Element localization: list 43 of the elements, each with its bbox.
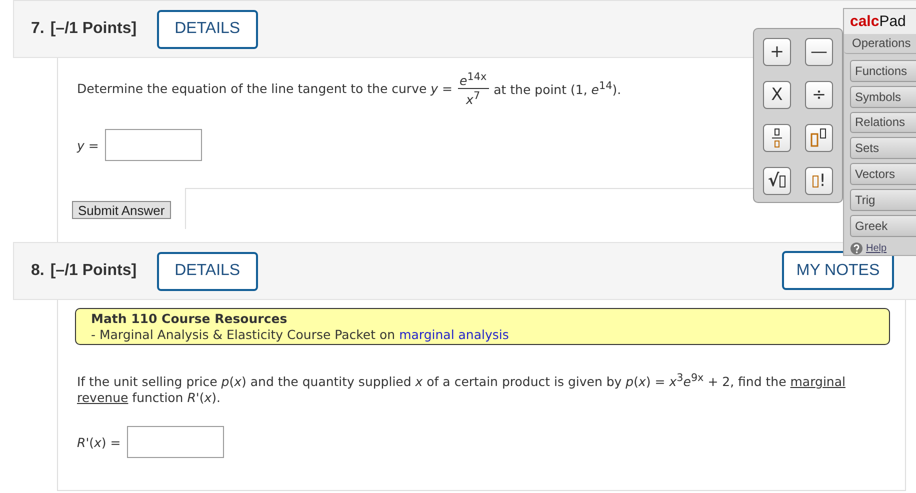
question-text: Determine the equation of the line tangent to the curve y =	[77, 81, 452, 96]
help-link[interactable]: Help	[866, 242, 887, 254]
placeholder-box-icon	[812, 174, 820, 188]
question-number: 7.	[31, 20, 44, 38]
category-tab[interactable]: Symbols	[850, 86, 916, 108]
glossary-link[interactable]: marginal	[790, 374, 846, 390]
category-tab[interactable]: Relations	[850, 112, 916, 134]
square-root-key[interactable]: √	[763, 167, 791, 195]
question-text: at the point (1, e$^{14}$).	[494, 80, 622, 98]
details-button[interactable]: DETAILS	[156, 10, 258, 48]
question-points: [–/1 Points]	[50, 20, 137, 38]
fraction-key[interactable]	[763, 124, 791, 152]
answer-label: R'(x) =	[77, 434, 121, 450]
answer-field[interactable]	[126, 426, 224, 458]
resource-link[interactable]: marginal analysis	[399, 327, 509, 343]
answer-label: y =	[77, 138, 99, 153]
question-text: function R'(x).	[132, 390, 220, 406]
resource-title: Math 110 Course Resources	[91, 311, 288, 327]
fraction: e$^{14x}$ x$^{7}$	[458, 70, 489, 108]
question-text: If the unit selling price p(x) and the quantity supplied x of a certain product is given by p(x) = x$^{3}$e$^{9x}$ + 2, find the	[77, 374, 786, 390]
calc-key[interactable]: ÷	[805, 81, 833, 109]
calc-key[interactable]: —	[805, 38, 833, 66]
details-button[interactable]: DETAILS	[156, 252, 258, 290]
category-tab[interactable]: Greek	[850, 215, 916, 237]
help-icon	[850, 242, 863, 255]
submit-answer-button[interactable]: Submit Answer	[72, 201, 171, 220]
category-tab[interactable]: Sets	[850, 137, 916, 160]
category-tab[interactable]: Functions	[850, 60, 916, 82]
glossary-link[interactable]: revenue	[77, 390, 128, 406]
placeholder-box-icon	[779, 174, 786, 188]
question-number: 8.	[31, 262, 44, 280]
exponent-key[interactable]	[805, 124, 833, 152]
calc-key[interactable]: +	[763, 38, 791, 66]
category-tab[interactable]: Vectors	[850, 163, 916, 186]
answer-field[interactable]	[104, 129, 202, 162]
calc-key[interactable]: X	[763, 81, 791, 109]
calcpad-title: calcPad	[844, 9, 916, 34]
question-points: [–/1 Points]	[50, 262, 137, 280]
exponent-icon	[810, 128, 828, 148]
factorial-key[interactable]: !	[805, 167, 833, 195]
resource-text: - Marginal Analysis & Elasticity Course Packet on	[91, 327, 396, 343]
fraction-icon	[772, 127, 782, 149]
category-tab[interactable]: Trig	[850, 189, 916, 212]
